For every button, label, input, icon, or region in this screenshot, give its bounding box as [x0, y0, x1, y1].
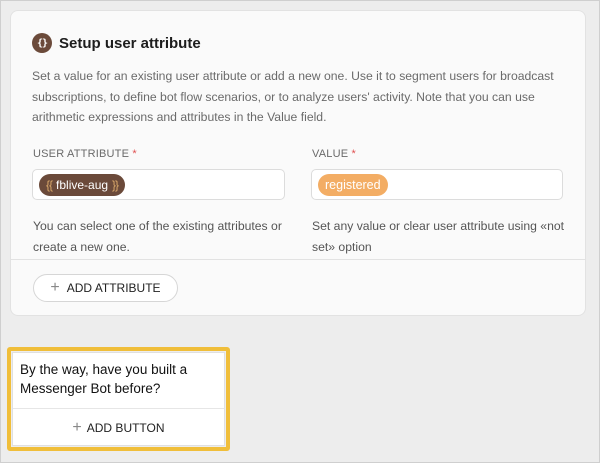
setup-user-attribute-card: {} Setup user attribute Set a value for …	[10, 10, 586, 316]
value-input[interactable]: registered	[311, 169, 563, 200]
attribute-chip[interactable]: {{ fblive-aug }}	[39, 174, 126, 196]
user-attribute-input[interactable]: {{ fblive-aug }}	[32, 169, 285, 200]
brace-open: {{	[46, 178, 53, 192]
brace-close: }}	[112, 178, 119, 192]
value-hint: Set any value or clear user attribute us…	[312, 219, 565, 254]
value-chip[interactable]: registered	[318, 174, 388, 196]
attribute-chip-label: fblive-aug	[56, 178, 109, 192]
add-button-label: ADD BUTTON	[86, 420, 165, 435]
bot-message-text[interactable]: By the way, have you built a Messenger B…	[20, 360, 220, 398]
curly-braces-icon: {}	[32, 33, 52, 53]
card-title: Setup user attribute	[59, 34, 201, 52]
value-label: VALUE *	[312, 148, 356, 160]
add-attribute-label: ADD ATTRIBUTE	[66, 281, 161, 295]
add-button[interactable]: + ADD BUTTON	[13, 409, 224, 446]
plus-icon: +	[50, 279, 60, 296]
plus-icon: +	[72, 418, 82, 436]
add-attribute-button[interactable]: + ADD ATTRIBUTE	[33, 274, 178, 302]
required-mark: *	[351, 148, 357, 160]
card-divider	[11, 259, 585, 260]
card-description: Set a value for an existing user attribu…	[32, 69, 554, 124]
user-attribute-hint: You can select one of the existing attri…	[33, 219, 282, 254]
required-mark: *	[132, 148, 137, 160]
value-label-text: VALUE	[312, 148, 349, 160]
user-attribute-label-text: USER ATTRIBUTE	[33, 148, 130, 160]
user-attribute-label: USER ATTRIBUTE *	[33, 148, 137, 160]
card-header: {} Setup user attribute	[32, 33, 201, 53]
bot-message-card: By the way, have you built a Messenger B…	[12, 352, 225, 446]
